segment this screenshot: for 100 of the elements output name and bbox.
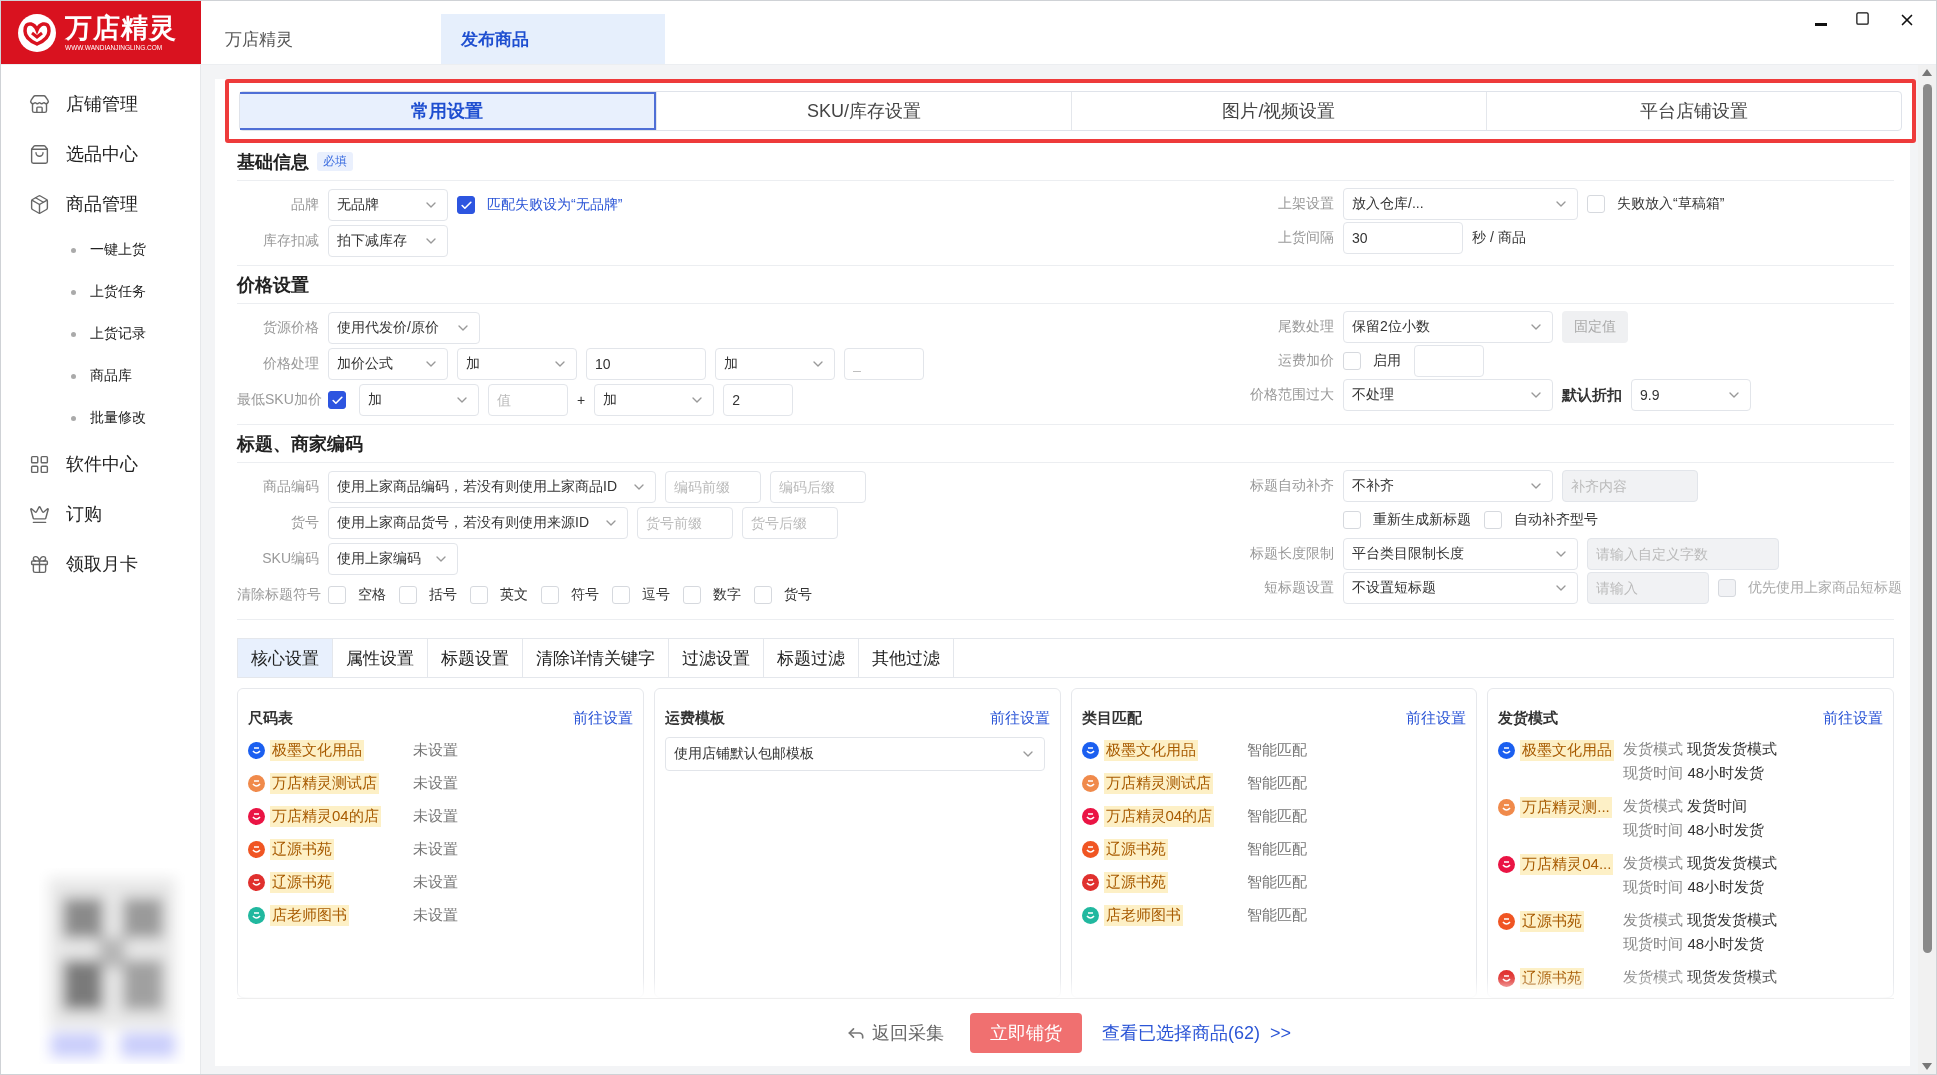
input-field[interactable]: 10 [586,348,706,380]
field-label: 货号 [290,514,319,532]
settings-link[interactable]: 前往设置 [1406,708,1467,728]
select-field[interactable]: 加 [457,348,577,380]
scroll-down-icon[interactable] [1922,1063,1932,1070]
checkbox[interactable]: 启用 [1343,352,1401,370]
sidebar-item[interactable]: 选品中心 [1,129,200,179]
window-tab[interactable]: 万店精灵 [211,14,441,64]
shop-name: 店老师图书 [1103,904,1183,926]
window-tab[interactable]: 发布商品 [441,14,665,64]
checkbox[interactable]: 逗号 [612,586,670,604]
select-field[interactable]: 使用上家商品编码，若没有则使用上家商品ID [328,471,656,503]
select-field[interactable]: 平台类目限制长度 [1343,538,1578,570]
detail-tab[interactable]: 清除详情关键字 [523,639,669,677]
unit-text: + [577,392,586,408]
checkbox[interactable]: 重新生成新标题 [1343,511,1471,529]
input-field[interactable]: 值 [488,384,568,416]
select-field[interactable]: 使用上家编码 [328,543,458,575]
select-field[interactable]: 加 [715,348,835,380]
checkbox[interactable]: 空格 [328,586,386,604]
shop-name: 万店精灵04... [1520,853,1614,875]
input-field[interactable]: _ [844,348,924,380]
select-field[interactable]: 无品牌 [328,189,448,221]
selected-items-link[interactable]: 查看已选择商品(62) >> [1101,1020,1291,1045]
status-text: 智能匹配 [1246,839,1307,859]
detail-tab[interactable]: 标题过滤 [764,639,859,677]
sidebar-item[interactable]: 领取月卡 [1,539,200,589]
card-title: 发货模式 [1498,708,1559,728]
checkbox[interactable] [328,391,346,409]
status-text: 未设置 [413,773,458,793]
settings-tab[interactable]: SKU/库存设置 [656,92,1071,130]
card-title: 尺码表 [248,708,293,728]
shipping-detail: 现货时间 48小时发货 [1623,820,1765,840]
input-field[interactable]: 2 [723,384,794,416]
sidebar-subitem[interactable]: 上货任务 [1,271,200,313]
shop-name: 极墨文化用品 [1520,739,1615,761]
sidebar-item[interactable]: 软件中心 [1,439,200,489]
checkbox[interactable]: 英文 [470,586,528,604]
settings-link[interactable]: 前往设置 [572,708,633,728]
sidebar-subitem[interactable]: 一键上货 [1,229,200,271]
status-text: 智能匹配 [1246,773,1307,793]
sidebar-item[interactable]: 店铺管理 [1,79,200,129]
select-field[interactable]: 使用上家商品货号，若没有则使用来源ID [328,507,628,539]
settings-link[interactable]: 前往设置 [989,708,1050,728]
checkbox[interactable]: 数字 [683,586,741,604]
field-label: 短标题设置 [1263,579,1334,597]
settings-tab[interactable]: 常用设置 [240,92,656,130]
sidebar-item[interactable]: 商品管理 [1,179,200,229]
settings-tab[interactable]: 图片/视频设置 [1071,92,1486,130]
status-text: 未设置 [413,806,458,826]
input-field[interactable]: 货号前缀 [637,507,733,539]
status-text: 智能匹配 [1246,740,1307,760]
select-field[interactable]: 不处理 [1343,379,1553,411]
checkbox[interactable]: 匹配失败设为“无品牌” [457,196,623,214]
input-field[interactable]: 30 [1343,222,1463,254]
field-label: 货源价格 [262,319,319,337]
status-text: 智能匹配 [1246,806,1307,826]
select-field[interactable]: 使用代发价/原价 [328,312,480,344]
field-label: 标题自动补齐 [1249,477,1334,495]
shipping-detail: 现货时间 48小时发货 [1623,934,1766,954]
settings-link[interactable]: 前往设置 [1823,708,1883,728]
input-field[interactable] [1414,345,1484,377]
select-field[interactable]: 加 [359,384,479,416]
shop-name: 辽源书苑 [1103,838,1168,860]
sidebar-item[interactable]: 订购 [1,489,200,539]
scrollbar[interactable] [1918,65,1936,1074]
sidebar-subitem[interactable]: 批量修改 [1,397,200,439]
detail-tab[interactable]: 过滤设置 [669,639,764,677]
detail-tab[interactable]: 标题设置 [428,639,523,677]
select-field[interactable]: 放入仓库/... [1343,188,1578,220]
select-field[interactable]: 不设置短标题 [1343,572,1578,604]
checkbox[interactable]: 自动补齐型号 [1484,511,1598,529]
checkbox[interactable]: 括号 [399,586,457,604]
scroll-up-icon[interactable] [1922,69,1932,76]
input-field[interactable]: 编码前缀 [665,471,761,503]
input-field[interactable]: 货号后缀 [742,507,838,539]
detail-tab[interactable]: 其他过滤 [859,639,954,677]
select-field[interactable]: 9.9 [1631,379,1751,411]
select-field[interactable]: 不补齐 [1343,470,1553,502]
select-field[interactable]: 使用店铺默认包邮模板 [664,737,1045,771]
checkbox[interactable]: 符号 [541,586,599,604]
field-label: SKU编码 [261,550,319,568]
detail-tab[interactable]: 属性设置 [333,639,428,677]
detail-tab[interactable]: 核心设置 [238,639,333,677]
minimize-icon [1815,23,1827,26]
checkbox[interactable]: 失败放入“草稿箱” [1587,195,1725,213]
card-title: 类目匹配 [1081,708,1142,728]
back-button[interactable]: 返回采集 [839,1019,950,1046]
sidebar-subitem[interactable]: 商品库 [1,355,200,397]
checkbox[interactable]: 货号 [754,586,812,604]
shop-name: 店老师图书 [270,904,349,926]
settings-tab[interactable]: 平台店铺设置 [1486,92,1901,130]
select-field[interactable]: 保留2位小数 [1343,311,1553,343]
shop-name: 万店精灵04的店 [1103,805,1215,827]
select-field[interactable]: 拍下减库存 [328,225,448,257]
select-field[interactable]: 加 [594,384,715,416]
input-field[interactable]: 编码后缀 [770,471,866,503]
maximize-button[interactable] [1855,11,1870,26]
select-field[interactable]: 加价公式 [328,348,448,380]
sidebar-subitem[interactable]: 上货记录 [1,313,200,355]
